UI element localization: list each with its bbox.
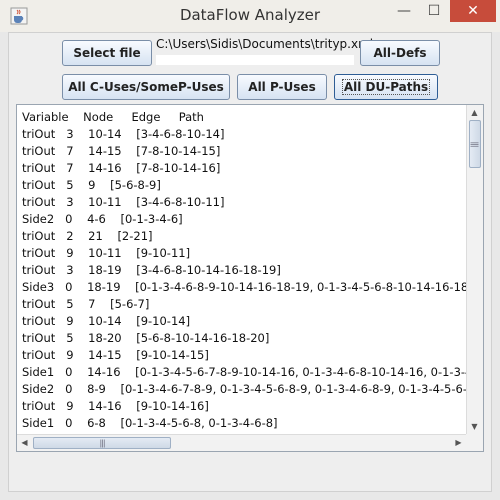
all-du-paths-label: All DU-Paths [341, 79, 431, 95]
results-line: triOut 9 14-15 [9-10-14-15] [22, 348, 209, 362]
maximize-icon: ☐ [427, 3, 441, 19]
results-line: triOut 3 10-11 [3-4-6-8-10-11] [22, 195, 225, 209]
results-line: Side1 0 14-16 [0-1-3-4-5-6-7-8-9-10-14-1… [22, 365, 466, 379]
title-bar: DataFlow Analyzer — ☐ ✕ [0, 0, 500, 32]
maximize-button[interactable]: ☐ [420, 0, 448, 22]
results-line: triOut 9 10-14 [9-10-14] [22, 314, 191, 328]
results-line: triOut 3 18-19 [3-4-6-8-10-14-16-18-19] [22, 263, 281, 277]
all-defs-label: All-Defs [373, 46, 427, 60]
select-file-button[interactable]: Select file [62, 40, 152, 66]
scroll-left-arrow-icon[interactable]: ◀ [17, 435, 32, 450]
file-path-label: C:\Users\Sidis\Documents\trityp.xml [156, 37, 374, 51]
results-header-row: Variable Node Edge Path [22, 110, 204, 124]
results-line: triOut 5 18-20 [5-6-8-10-14-16-18-20] [22, 331, 270, 345]
vertical-scrollbar[interactable]: ▲ ||| ▼ [466, 105, 483, 434]
all-c-uses-button[interactable]: All C-Uses/SomeP-Uses [62, 74, 230, 100]
scroll-up-arrow-icon[interactable]: ▲ [467, 105, 482, 120]
select-file-label: Select file [73, 46, 141, 60]
scroll-down-arrow-icon[interactable]: ▼ [467, 419, 482, 434]
all-du-paths-button[interactable]: All DU-Paths [334, 74, 438, 100]
results-line: triOut 7 14-16 [7-8-10-14-16] [22, 161, 221, 175]
results-line: Side3 0 18-19 [0-1-3-4-6-8-9-10-14-16-18… [22, 280, 466, 294]
results-line: Side2 0 8-9 [0-1-3-4-6-7-8-9, 0-1-3-4-5-… [22, 382, 466, 396]
close-icon: ✕ [467, 3, 479, 19]
results-line: triOut 7 14-15 [7-8-10-14-15] [22, 144, 221, 158]
all-defs-button[interactable]: All-Defs [360, 40, 440, 66]
close-button[interactable]: ✕ [450, 0, 496, 22]
minimize-button[interactable]: — [390, 0, 418, 22]
results-line: Side1 0 6-8 [0-1-3-4-5-6-8, 0-1-3-4-6-8] [22, 416, 278, 430]
vertical-grip-icon: ||| [470, 141, 480, 147]
results-line: triOut 5 9 [5-6-8-9] [22, 178, 161, 192]
scroll-corner [466, 434, 483, 451]
all-c-uses-label: All C-Uses/SomeP-Uses [68, 80, 224, 94]
all-p-uses-label: All P-Uses [248, 80, 316, 94]
results-line: triOut 2 21 [2-21] [22, 229, 153, 243]
results-line: Side2 0 4-6 [0-1-3-4-6] [22, 212, 183, 226]
results-line: triOut 5 7 [5-6-7] [22, 297, 150, 311]
file-path-field-bg [156, 55, 354, 65]
horizontal-scroll-thumb[interactable]: ||| [33, 437, 171, 449]
results-line: triOut 9 10-11 [9-10-11] [22, 246, 191, 260]
vertical-scroll-thumb[interactable]: ||| [469, 120, 481, 168]
all-p-uses-button[interactable]: All P-Uses [237, 74, 327, 100]
results-line: triOut 9 14-16 [9-10-14-16] [22, 399, 209, 413]
results-viewport: Variable Node Edge Path triOut 3 10-14 [3… [17, 105, 466, 434]
results-line: triOut 3 10-14 [3-4-6-8-10-14] [22, 127, 225, 141]
results-text-area[interactable]: Variable Node Edge Path triOut 3 10-14 [3… [16, 104, 484, 452]
app-window: DataFlow Analyzer — ☐ ✕ Select file C:\U… [0, 0, 500, 500]
minimize-icon: — [397, 3, 411, 19]
horizontal-grip-icon: ||| [99, 438, 105, 448]
horizontal-scrollbar[interactable]: ◀ ||| ▶ [17, 434, 466, 451]
scroll-right-arrow-icon[interactable]: ▶ [451, 435, 466, 450]
